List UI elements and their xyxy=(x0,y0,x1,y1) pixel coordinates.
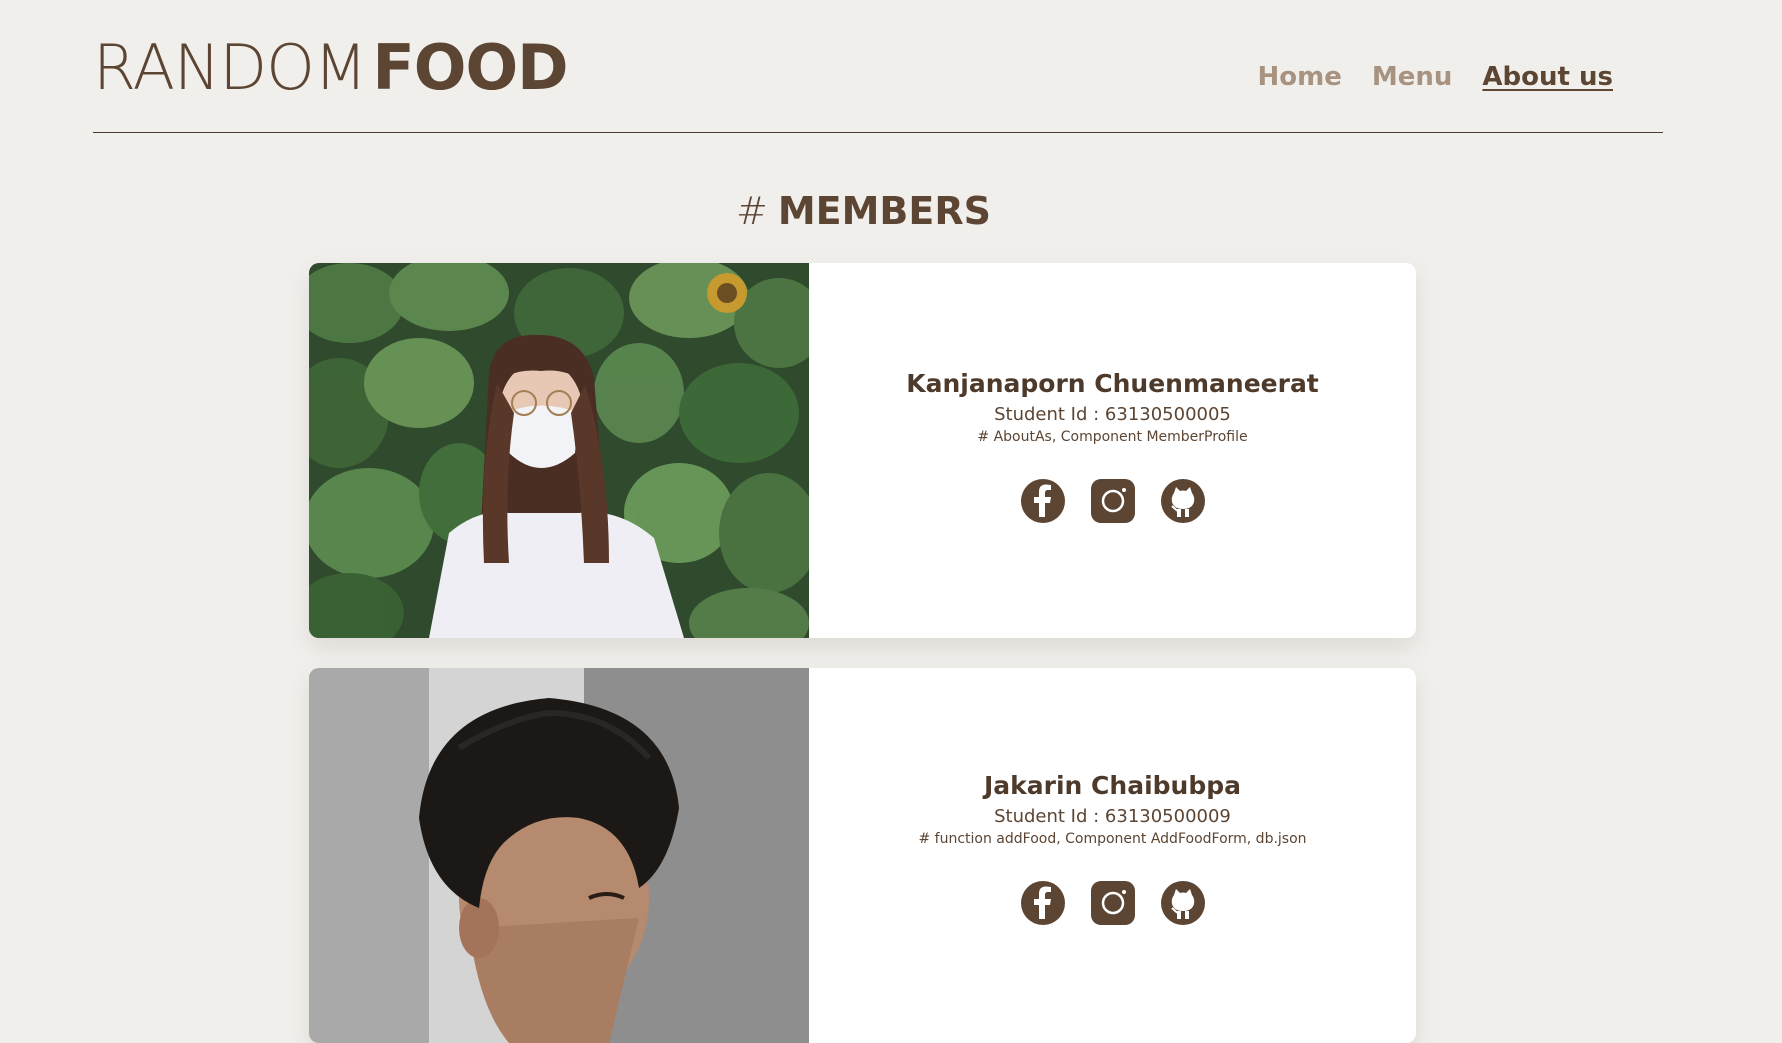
member-info: Jakarin Chaibubpa Student Id : 631305000… xyxy=(809,668,1416,1043)
instagram-icon[interactable] xyxy=(1090,881,1135,925)
main-nav: Home Menu About us xyxy=(1258,62,1613,92)
github-icon[interactable] xyxy=(1160,479,1205,523)
github-icon[interactable] xyxy=(1160,881,1205,925)
facebook-icon[interactable] xyxy=(1020,479,1065,523)
member-tasks: # AboutAs, Component MemberProfile xyxy=(977,429,1248,445)
member-tasks: # function addFood, Component AddFoodFor… xyxy=(918,831,1307,847)
member-photo-image xyxy=(309,263,809,638)
social-links xyxy=(809,479,1416,523)
nav-menu-link[interactable]: Menu xyxy=(1372,62,1453,92)
instagram-icon[interactable] xyxy=(1090,479,1135,523)
member-name: Kanjanaporn Chuenmaneerat xyxy=(906,369,1319,398)
social-links xyxy=(809,881,1416,925)
member-name: Jakarin Chaibubpa xyxy=(983,771,1241,800)
member-card: Jakarin Chaibubpa Student Id : 631305000… xyxy=(309,668,1416,1043)
logo-light-text: RANDOM xyxy=(93,31,367,104)
members-heading: # MEMBERS xyxy=(0,186,1727,236)
student-id: Student Id : 63130500005 xyxy=(994,404,1231,425)
heading-hash: # xyxy=(736,189,768,233)
site-header: RANDOMFOOD Home Menu About us xyxy=(93,0,1663,133)
member-photo xyxy=(309,263,809,638)
member-card: Kanjanaporn Chuenmaneerat Student Id : 6… xyxy=(309,263,1416,638)
student-id: Student Id : 63130500009 xyxy=(994,806,1231,827)
member-photo xyxy=(309,668,809,1043)
heading-title: MEMBERS xyxy=(777,189,991,233)
nav-about-us-link[interactable]: About us xyxy=(1482,62,1613,92)
facebook-icon[interactable] xyxy=(1020,881,1065,925)
nav-home-link[interactable]: Home xyxy=(1258,62,1342,92)
logo-bold-text: FOOD xyxy=(372,31,568,104)
member-photo-image xyxy=(309,668,809,1043)
member-info: Kanjanaporn Chuenmaneerat Student Id : 6… xyxy=(809,263,1416,638)
site-logo[interactable]: RANDOMFOOD xyxy=(93,31,569,104)
